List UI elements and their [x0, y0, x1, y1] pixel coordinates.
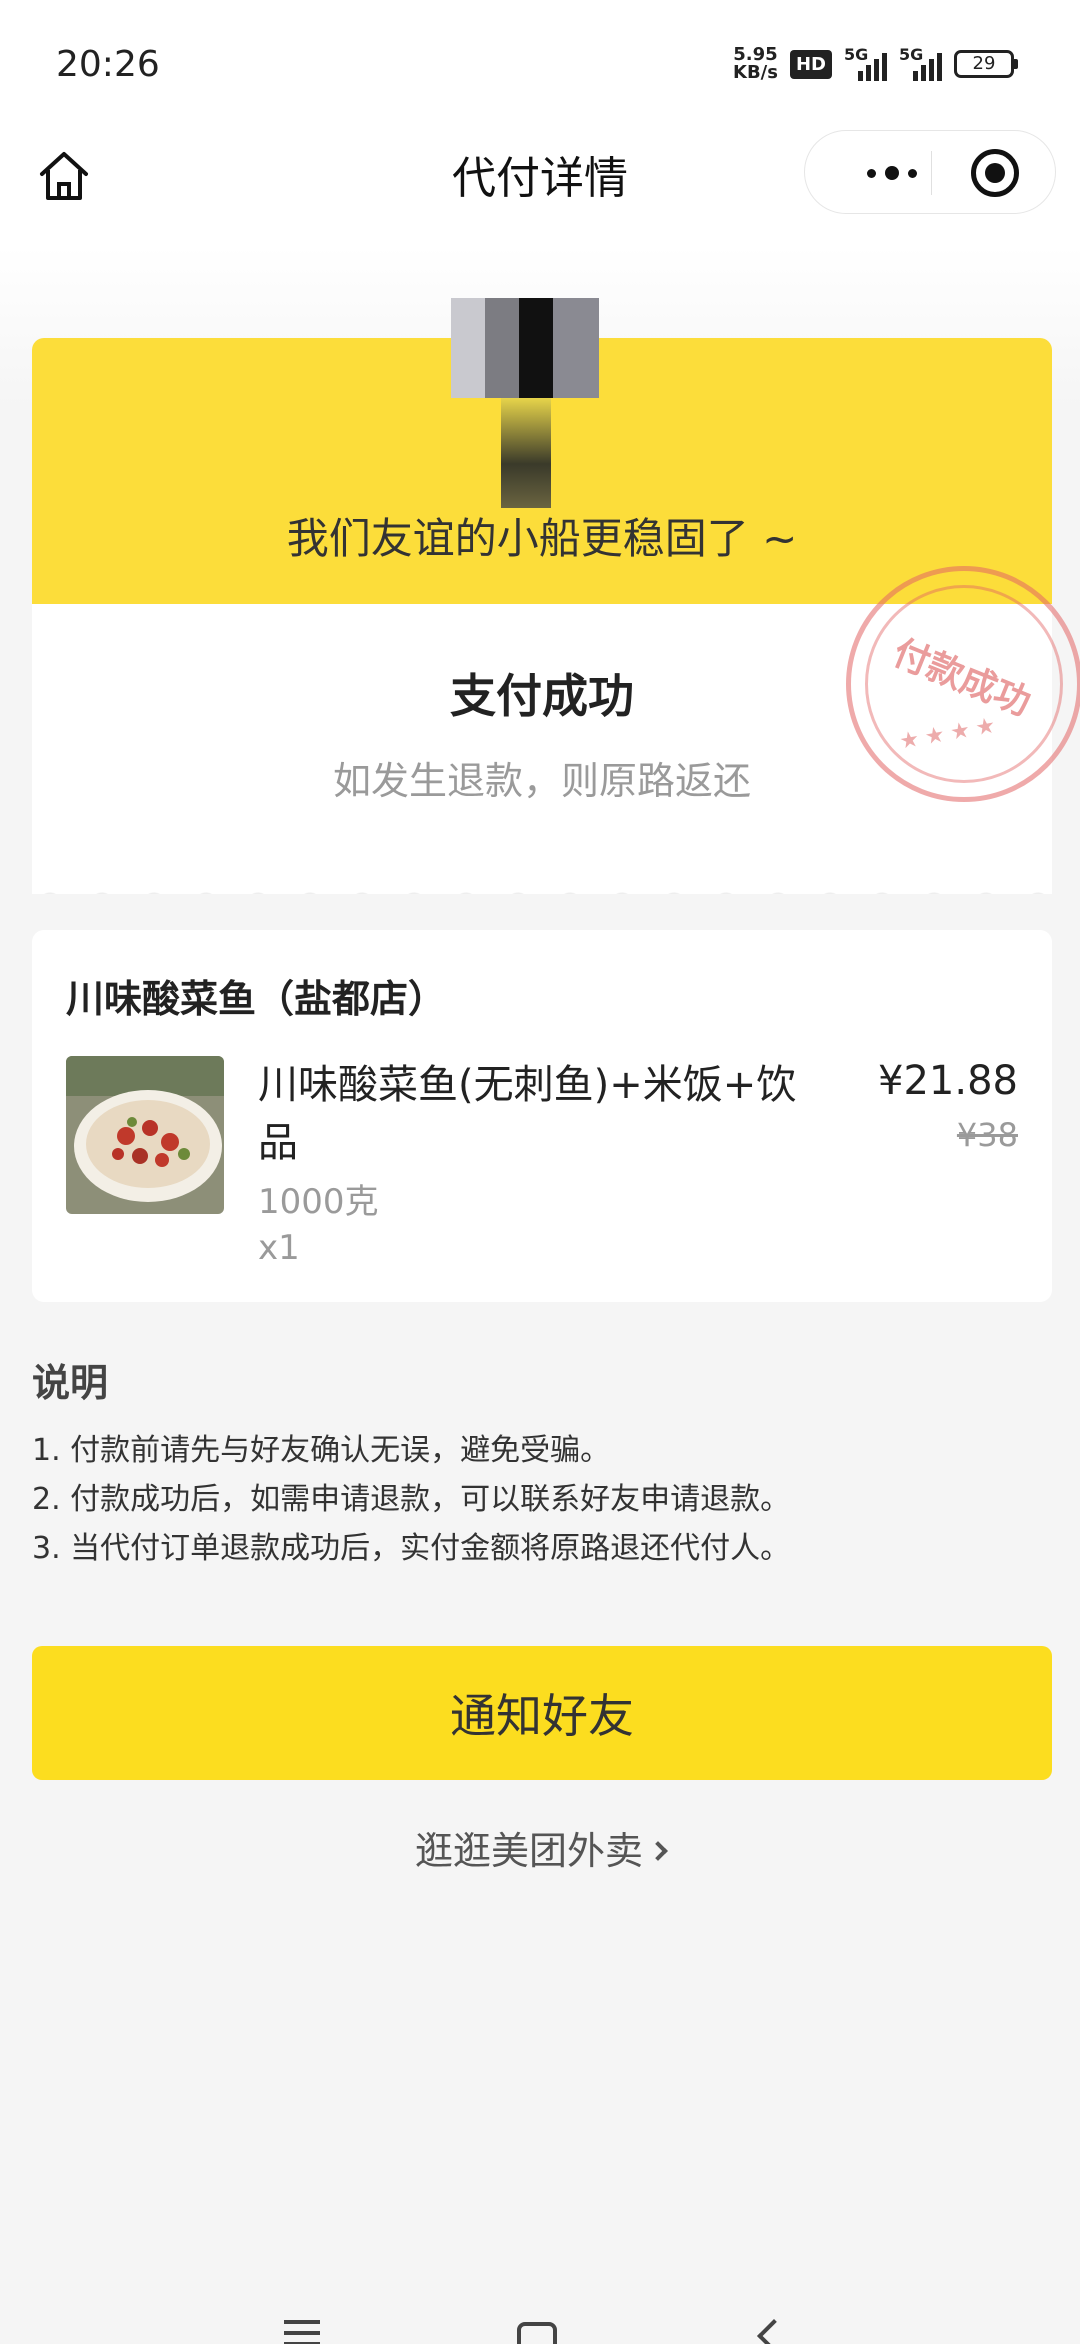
notify-friend-button[interactable]: 通知好友	[32, 1646, 1052, 1780]
notes-list: 1. 付款前请先与好友确认无误，避免受骗。 2. 付款成功后，如需申请退款，可以…	[32, 1426, 1052, 1573]
stamp-text: 付款成功	[887, 632, 1037, 725]
status-indicators: 5.95 KB/s HD 5G 5G 29	[733, 45, 1018, 82]
chevron-right-icon	[648, 1841, 668, 1861]
battery-level: 29	[954, 50, 1014, 78]
friend-avatar	[451, 298, 599, 398]
network-speed: 5.95 KB/s	[733, 46, 778, 82]
payment-success-stamp: 付款成功 ★★★★	[846, 566, 1080, 802]
notes-item: 2. 付款成功后，如需申请退款，可以联系好友申请退款。	[32, 1482, 791, 1517]
status-time: 20:26	[56, 44, 160, 85]
item-quantity: x1	[258, 1228, 300, 1268]
friendship-message: 我们友谊的小船更稳固了 ~	[286, 514, 798, 563]
target-close-icon[interactable]	[971, 149, 1019, 197]
browse-link-label: 逛逛美团外卖	[414, 1829, 643, 1873]
network-speed-unit: KB/s	[733, 62, 778, 83]
signal-sim1-icon: 5G	[844, 45, 887, 81]
order-card: 川味酸菜鱼（盐都店） 川味酸菜鱼(无刺鱼)+米饭+饮品 1000克 x1 ¥21…	[32, 930, 1052, 1302]
notes-item: 1. 付款前请先与好友确认无误，避免受骗。	[32, 1433, 611, 1468]
notes-item: 3. 当代付订单退款成功后，实付金额将原路退还代付人。	[32, 1531, 791, 1566]
menu-icon[interactable]	[284, 2320, 320, 2344]
mini-program-capsule	[804, 130, 1056, 214]
back-icon[interactable]	[757, 2319, 791, 2344]
item-price: ¥21.88	[878, 1058, 1018, 1104]
signal-sim2-icon: 5G	[899, 45, 942, 81]
avatar-decoration	[501, 398, 551, 508]
status-bar: 20:26 5.95 KB/s HD 5G 5G 29	[0, 0, 1080, 130]
battery-icon: 29	[954, 50, 1018, 78]
sim2-network-label: 5G	[899, 45, 924, 64]
sim1-network-label: 5G	[844, 45, 869, 64]
capsule-divider	[931, 151, 932, 195]
item-original-price: ¥38	[956, 1116, 1018, 1154]
hd-voice-badge: HD	[789, 49, 832, 79]
stamp-stars-icon: ★★★★	[897, 712, 1004, 755]
food-image	[66, 1056, 224, 1214]
ticket-edge	[32, 882, 1052, 894]
system-nav-bar	[0, 2300, 1080, 2344]
item-name: 川味酸菜鱼(无刺鱼)+米饭+饮品	[258, 1062, 797, 1166]
item-spec: 1000克	[258, 1182, 379, 1222]
notes-title: 说明	[32, 1361, 109, 1405]
shop-name[interactable]: 川味酸菜鱼（盐都店）	[66, 968, 446, 1023]
home-square-icon[interactable]	[517, 2322, 557, 2344]
nav-bar: 代付详情	[0, 130, 1080, 246]
browse-meituan-link[interactable]: 逛逛美团外卖	[0, 1820, 1080, 1875]
